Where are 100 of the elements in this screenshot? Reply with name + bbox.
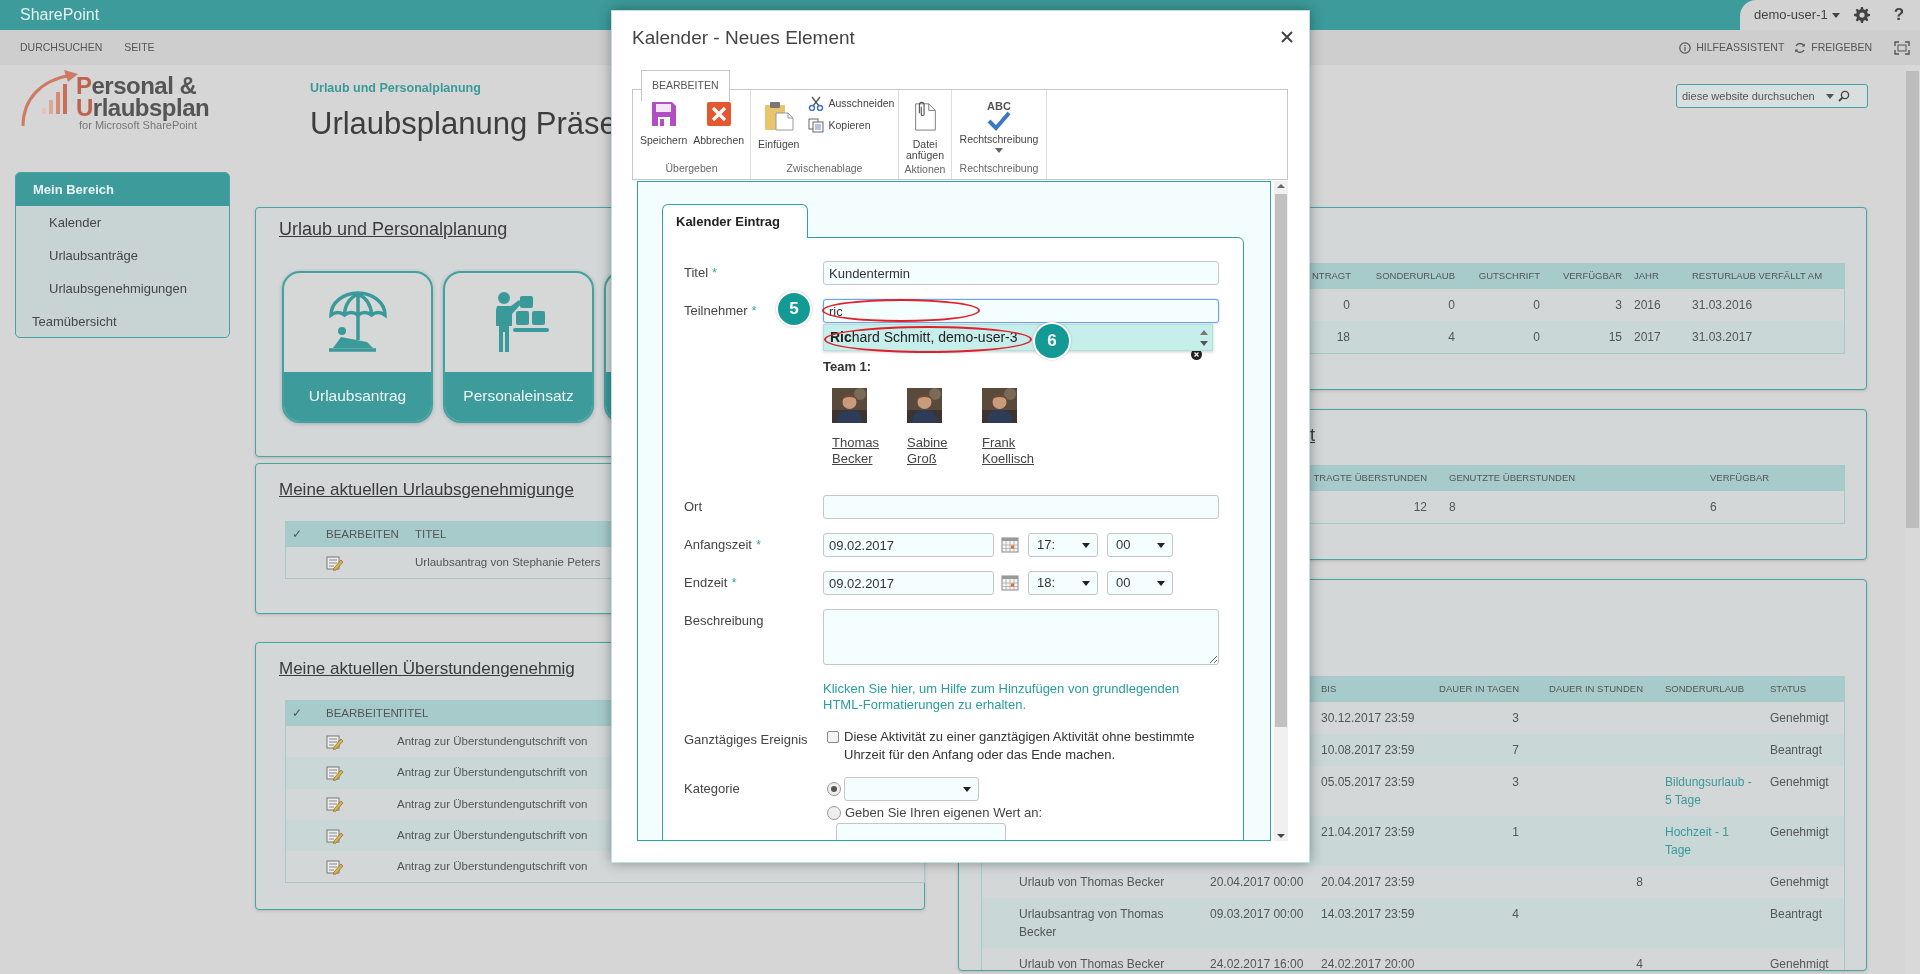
ribbon-tab[interactable]: SEITE: [124, 39, 155, 56]
scrollbar[interactable]: [1274, 181, 1288, 841]
person-link[interactable]: Thomas Becker: [832, 435, 894, 467]
radio-button[interactable]: [827, 782, 841, 796]
scroll-down-icon[interactable]: [1276, 831, 1286, 841]
column-header: TRAGTE ÜBERSTUNDEN: [1313, 471, 1427, 483]
radio-button[interactable]: [827, 805, 841, 820]
required-marker: *: [731, 575, 737, 590]
edit-icon[interactable]: [326, 554, 344, 571]
search-box[interactable]: diese website durchsuchen: [1676, 84, 1868, 108]
suggestion-item[interactable]: Richard Schmitt, demo-user-3: [830, 327, 1018, 348]
close-icon[interactable]: [1281, 31, 1293, 43]
ribbon-group-label: Aktionen: [903, 162, 947, 177]
user-menu[interactable]: demo-user-1: [1754, 5, 1840, 25]
table-cell-text: 20.04.2017 23:59: [1321, 874, 1415, 891]
edit-icon[interactable]: [326, 827, 344, 844]
ribbon-tab[interactable]: DURCHSUCHEN: [20, 39, 103, 56]
ribbon-tab[interactable]: BEARBEITEN: [641, 70, 730, 101]
caret-icon: [1831, 12, 1840, 18]
hour-select[interactable]: 17:: [1028, 533, 1098, 557]
field-label: Ganztägiges Ereignis: [684, 732, 808, 747]
column-header: BEARBEITEN: [326, 706, 399, 719]
edit-icon[interactable]: [326, 858, 344, 875]
checkbox[interactable]: [827, 731, 839, 743]
ribbon-button[interactable]: Einfügen: [755, 90, 803, 161]
scroll-thumb[interactable]: [1906, 71, 1919, 528]
ribbon-group-label: Zwischenablage: [785, 161, 864, 177]
column-header: TITEL: [415, 527, 447, 540]
edit-icon[interactable]: [326, 733, 344, 750]
custom-value-field[interactable]: [836, 823, 1006, 840]
calendar-icon[interactable]: [1001, 575, 1019, 591]
clipboard-icon: [763, 101, 794, 131]
table-cell-text: 3: [1615, 297, 1622, 314]
edit-icon[interactable]: [326, 796, 344, 813]
scroll-up-icon[interactable]: [1276, 181, 1286, 191]
panel-title[interactable]: t: [1310, 425, 1315, 445]
table-cell-text: Antrag zur Überstundengutschrift von: [397, 859, 588, 874]
description-field[interactable]: [823, 609, 1219, 665]
column-header: RESTURLAUB VERFÄLLT AM: [1692, 270, 1823, 282]
panel-title[interactable]: Meine aktuellen Überstundengenehmig: [279, 659, 575, 678]
sidebar-item[interactable]: Teamübersicht: [16, 305, 229, 338]
table-cell-text: 0: [1533, 329, 1540, 346]
ribbon-group-label: Rechtschreibung: [958, 161, 1040, 177]
table-cell-text: 24.02.2017 16:00: [1210, 956, 1304, 970]
search-icon[interactable]: [1838, 90, 1850, 102]
field-label: Teilnehmer: [684, 303, 748, 318]
person-link[interactable]: Frank Koellisch: [982, 435, 1044, 467]
caret-icon: [963, 786, 971, 792]
table-cell-text: Genehmigt: [1770, 710, 1829, 727]
column-header: VERFÜGBAR: [1562, 270, 1622, 282]
callout-number: 5: [776, 291, 812, 327]
table-cell-text: 4: [1636, 956, 1643, 970]
date-field[interactable]: 09.02.2017: [823, 533, 994, 557]
field-label: Kategorie: [684, 781, 740, 796]
remove-icon[interactable]: [1191, 349, 1202, 360]
sync-icon: [1794, 41, 1807, 54]
caret-icon: [1826, 93, 1834, 99]
sidebar-item[interactable]: Urlaubsgenehmigungen: [16, 272, 229, 305]
people-picker-field[interactable]: ric: [823, 299, 1219, 323]
minute-select[interactable]: 00: [1107, 533, 1173, 557]
caret-icon: [1157, 542, 1165, 548]
text-field[interactable]: [823, 495, 1219, 519]
ribbon-button[interactable]: ABC Rechtschreibung: [956, 90, 1042, 161]
attach-file-icon: [912, 101, 938, 131]
column-header: SONDERURLAUB: [1665, 683, 1745, 695]
person-link[interactable]: Sabine Groß: [907, 435, 969, 467]
caret-icon: [1082, 542, 1090, 548]
toolbar-link[interactable]: FREIGEBEN: [1794, 39, 1872, 56]
table-cell-text: 21.04.2017 23:59: [1321, 824, 1415, 841]
date-field[interactable]: 09.02.2017: [823, 571, 994, 595]
column-header: JAHR: [1634, 270, 1659, 282]
ribbon-button[interactable]: Datei anfügen: [903, 90, 947, 161]
panel-title[interactable]: Meine aktuellen Urlaubsgenehmigunge: [279, 480, 574, 499]
calendar-icon[interactable]: [1001, 537, 1019, 553]
search-field[interactable]: diese website durchsuchen: [1682, 87, 1822, 105]
settings-icon[interactable]: [1853, 7, 1870, 23]
radio-label: Geben Sie Ihren eigenen Wert an:: [845, 804, 1043, 821]
help-button[interactable]: ?: [1883, 2, 1905, 28]
sidebar-item[interactable]: Kalender: [16, 206, 229, 239]
form-tab[interactable]: Kalender Eintrag: [662, 204, 808, 238]
sidebar-item[interactable]: Urlaubsanträge: [16, 239, 229, 272]
fullscreen-icon[interactable]: [1894, 40, 1910, 55]
ribbon-button[interactable]: Ausschneiden: [808, 96, 895, 112]
table-cell-text: 4: [1512, 906, 1519, 923]
hour-select[interactable]: 18:: [1028, 571, 1098, 595]
table-cell-text: 05.05.2017 23:59: [1321, 774, 1415, 791]
column-header: ✓: [292, 527, 302, 540]
panel-title[interactable]: Urlaub und Personalplanung: [279, 219, 508, 239]
table-cell-text: 24.02.2017 20:00: [1321, 956, 1415, 970]
toolbar-link[interactable]: HILFEASSISTENT: [1679, 39, 1785, 56]
info-icon: [1679, 41, 1692, 54]
edit-icon[interactable]: [326, 765, 344, 782]
table-cell-text: 31.03.2017: [1692, 329, 1753, 346]
scroll-thumb[interactable]: [1275, 194, 1287, 727]
minute-select[interactable]: 00: [1107, 571, 1173, 595]
ribbon-button[interactable]: Kopieren: [808, 117, 895, 134]
table-cell-text: 20.04.2017 00:00: [1210, 874, 1304, 891]
text-field[interactable]: Kundentermin: [823, 261, 1219, 285]
scissors-icon: [808, 96, 825, 112]
column-header: NTRAGT: [1312, 270, 1352, 282]
